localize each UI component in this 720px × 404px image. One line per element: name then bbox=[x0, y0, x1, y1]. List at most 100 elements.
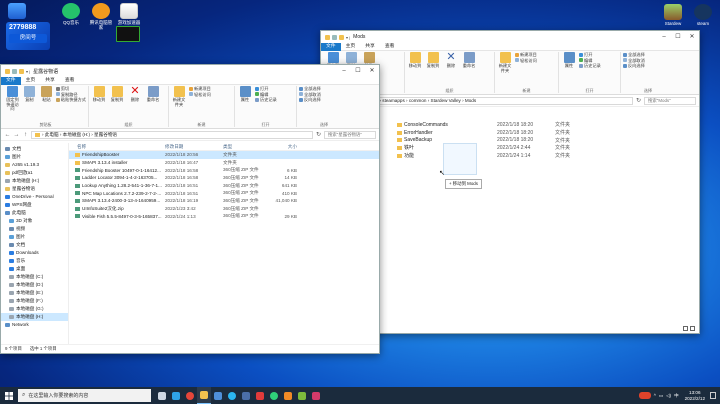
nav-item[interactable]: 音乐 bbox=[1, 257, 68, 265]
rename-button[interactable]: 重命名 bbox=[145, 86, 161, 103]
list-item[interactable]: 功能 2022/1/24 1:14 文件夹 bbox=[397, 152, 637, 160]
nav-item[interactable]: 星露谷物语 bbox=[1, 185, 68, 193]
nav-item[interactable]: 视频 bbox=[1, 225, 68, 233]
easy-access-button[interactable]: 轻松访问 bbox=[189, 92, 211, 98]
nav-item[interactable]: Network bbox=[1, 321, 68, 329]
nav-item[interactable]: 文档 bbox=[1, 145, 68, 153]
maximize-button[interactable]: ☐ bbox=[351, 65, 365, 77]
close-button[interactable]: ✕ bbox=[685, 31, 699, 43]
easy-access-button[interactable]: 轻松访问 bbox=[515, 58, 537, 64]
taskbar-search[interactable]: ⌕ 在这里输入你要搜索的内容 bbox=[18, 389, 151, 402]
taskbar-music-button[interactable] bbox=[267, 387, 281, 404]
list-item[interactable]: ErrorHandler 2022/1/18 18:20 文件夹 bbox=[397, 129, 637, 137]
game-thumbnail-icon[interactable] bbox=[116, 26, 140, 42]
breadcrumb[interactable]: team › steamapps › common › Stardew Vall… bbox=[364, 96, 633, 105]
nav-item[interactable]: 本地磁盘 (D:) bbox=[1, 281, 68, 289]
clock[interactable]: 13:06 2022/2/12 bbox=[685, 390, 705, 401]
tray-app-icon[interactable] bbox=[638, 392, 651, 399]
tab-view[interactable]: 查看 bbox=[60, 77, 80, 85]
desktop-icon-steam[interactable]: steam bbox=[690, 4, 716, 26]
table-row[interactable]: UIInfoSuite2汉化.zip 2022/1/23 3:42 360压缩 ZI… bbox=[69, 205, 379, 213]
nav-item[interactable]: 本地磁盘 (G:) bbox=[1, 305, 68, 313]
nav-item[interactable]: 图片 bbox=[1, 153, 68, 161]
up-arrow-icon[interactable]: ↑ bbox=[22, 132, 29, 138]
copy-to-button[interactable]: 复制到 bbox=[109, 86, 125, 103]
taskbar-qq-button[interactable] bbox=[225, 387, 239, 404]
properties-button[interactable]: 属性 bbox=[237, 86, 253, 103]
tab-view[interactable]: 查看 bbox=[380, 43, 400, 51]
minimize-button[interactable]: – bbox=[657, 31, 671, 43]
nav-item[interactable]: 3D 对象 bbox=[1, 217, 68, 225]
notification-icon[interactable] bbox=[710, 392, 716, 399]
new-folder-icon[interactable] bbox=[339, 34, 344, 40]
move-to-button[interactable]: 移动到 bbox=[91, 86, 107, 103]
taskbar-edge-button[interactable] bbox=[169, 387, 183, 404]
desktop-icon-qqmusic[interactable]: QQ音乐 bbox=[58, 3, 84, 25]
tab-share[interactable]: 共享 bbox=[40, 77, 60, 85]
nav-item[interactable]: 本地磁盘 (F:) bbox=[1, 297, 68, 305]
list-item[interactable]: ConsoleCommands 2022/1/18 18:20 文件夹 bbox=[397, 121, 637, 129]
taskbar-explorer-button[interactable] bbox=[197, 387, 211, 404]
properties-icon[interactable] bbox=[332, 34, 337, 40]
column-type[interactable]: 类型 bbox=[223, 144, 273, 150]
desktop-icon-booster[interactable]: 游戏加速器 bbox=[116, 3, 142, 25]
nav-item[interactable]: 此电脑 bbox=[1, 209, 68, 217]
taskbar-game-button[interactable] bbox=[295, 387, 309, 404]
nav-item[interactable]: 本地磁盘 (E:) bbox=[1, 289, 68, 297]
maximize-button[interactable]: ☐ bbox=[671, 31, 685, 43]
taskbar-taskview-button[interactable] bbox=[155, 387, 169, 404]
table-row[interactable]: Ladder Locator 3094-1-4-2-163705... 2022/… bbox=[69, 174, 379, 182]
nav-item[interactable]: Downloads bbox=[1, 249, 68, 257]
table-row[interactable]: SMAPI 3.13.4-2400-3-13-4-1640959... 2022/… bbox=[69, 197, 379, 205]
tiles-view-icon[interactable] bbox=[690, 326, 695, 331]
forward-arrow-icon[interactable]: → bbox=[13, 132, 20, 138]
nav-item[interactable]: 图片 bbox=[1, 233, 68, 241]
taskbar-wps-button[interactable] bbox=[253, 387, 267, 404]
main-titlebar[interactable]: ▾ | 星露谷物语 – ☐ ✕ bbox=[1, 65, 379, 77]
taskbar-store-button[interactable] bbox=[211, 387, 225, 404]
table-row[interactable]: Lookup Anything 1.28.2-541-1-36-7-1... 20… bbox=[69, 182, 379, 190]
properties-button[interactable]: 属性 bbox=[561, 52, 577, 69]
delete-button[interactable]: ✕ 删除 bbox=[443, 52, 459, 69]
back-arrow-icon[interactable]: ← bbox=[4, 132, 11, 138]
new-folder-icon[interactable] bbox=[19, 68, 24, 74]
delete-button[interactable]: ✕ 删除 bbox=[127, 86, 143, 103]
table-row[interactable]: FriendshipBooster 2022/1/18 20:56 文件夹 bbox=[69, 151, 379, 159]
paste-shortcut-button[interactable]: 粘贴快捷方式 bbox=[55, 97, 86, 103]
tab-share[interactable]: 共享 bbox=[360, 43, 380, 51]
table-row[interactable]: NPC Map Locations 2.7.2-239-2-7-2-... 202… bbox=[69, 189, 379, 197]
tab-file[interactable]: 文件 bbox=[321, 42, 341, 51]
list-item[interactable]: SaveBackup 2022/1/18 18:20 文件夹 bbox=[397, 136, 637, 144]
volume-icon[interactable]: ◁) bbox=[666, 393, 671, 399]
table-row[interactable]: SMAPI 3.13.4 installer 2022/1/18 16:47 文件夹 bbox=[69, 159, 379, 167]
mods-titlebar[interactable]: ▾ | Mods – ☐ ✕ bbox=[321, 31, 699, 43]
move-to-button[interactable]: 移动到 bbox=[407, 52, 423, 69]
column-size[interactable]: 大小 bbox=[273, 144, 297, 150]
column-name[interactable]: 名称 bbox=[69, 144, 165, 150]
rename-button[interactable]: 重命名 bbox=[461, 52, 477, 69]
nav-item[interactable]: pdf回放a1 bbox=[1, 169, 68, 177]
nav-item[interactable]: WPS网盘 bbox=[1, 201, 68, 209]
copy-button[interactable]: 复制 bbox=[22, 86, 37, 103]
column-date[interactable]: 修改日期 bbox=[165, 144, 223, 150]
taskbar-media-button[interactable] bbox=[309, 387, 323, 404]
chevron-up-icon[interactable]: ^ bbox=[654, 393, 656, 398]
history-button[interactable]: 历史记录 bbox=[255, 97, 277, 103]
nav-item[interactable]: OneDrive - Personal bbox=[1, 193, 68, 201]
search-input[interactable]: 搜索"星露谷物语" bbox=[324, 130, 376, 139]
properties-icon[interactable] bbox=[12, 68, 17, 74]
taskbar-steam-button[interactable] bbox=[239, 387, 253, 404]
nav-item[interactable]: 本地磁盘 (H:) bbox=[1, 177, 68, 185]
nav-item[interactable]: 本地磁盘 (C:) bbox=[1, 273, 68, 281]
start-button[interactable] bbox=[0, 387, 17, 404]
nav-item[interactable]: A265 v1.19.3 bbox=[1, 161, 68, 169]
ime-indicator[interactable]: 中 bbox=[674, 393, 679, 399]
desktop-icon-room[interactable] bbox=[4, 3, 30, 20]
minimize-button[interactable]: – bbox=[337, 65, 351, 77]
taskbar-chrome-button[interactable] bbox=[183, 387, 197, 404]
tab-file[interactable]: 文件 bbox=[1, 76, 21, 85]
invert-selection-button[interactable]: 反向选择 bbox=[623, 63, 673, 69]
nav-item[interactable]: 桌面 bbox=[1, 265, 68, 273]
new-folder-button[interactable]: 新建文件夹 bbox=[171, 86, 187, 107]
list-item[interactable]: 铁叶 2022/1/24 2:44 文件夹 bbox=[397, 144, 637, 152]
